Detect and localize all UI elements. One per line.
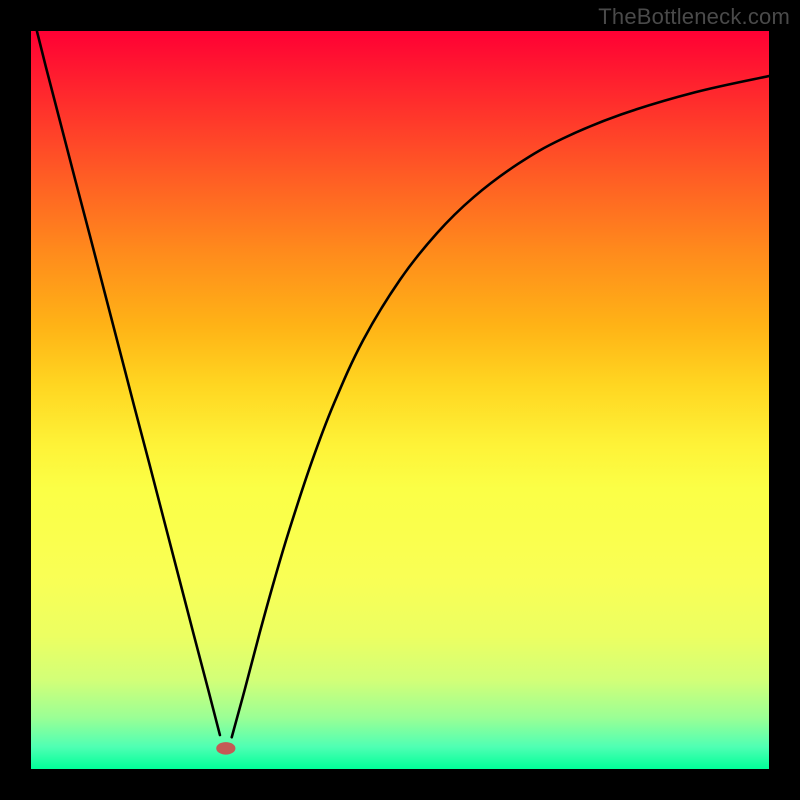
watermark-text: TheBottleneck.com	[598, 4, 790, 30]
chart-stage: TheBottleneck.com	[0, 0, 800, 800]
plot-gradient-background	[31, 31, 769, 769]
